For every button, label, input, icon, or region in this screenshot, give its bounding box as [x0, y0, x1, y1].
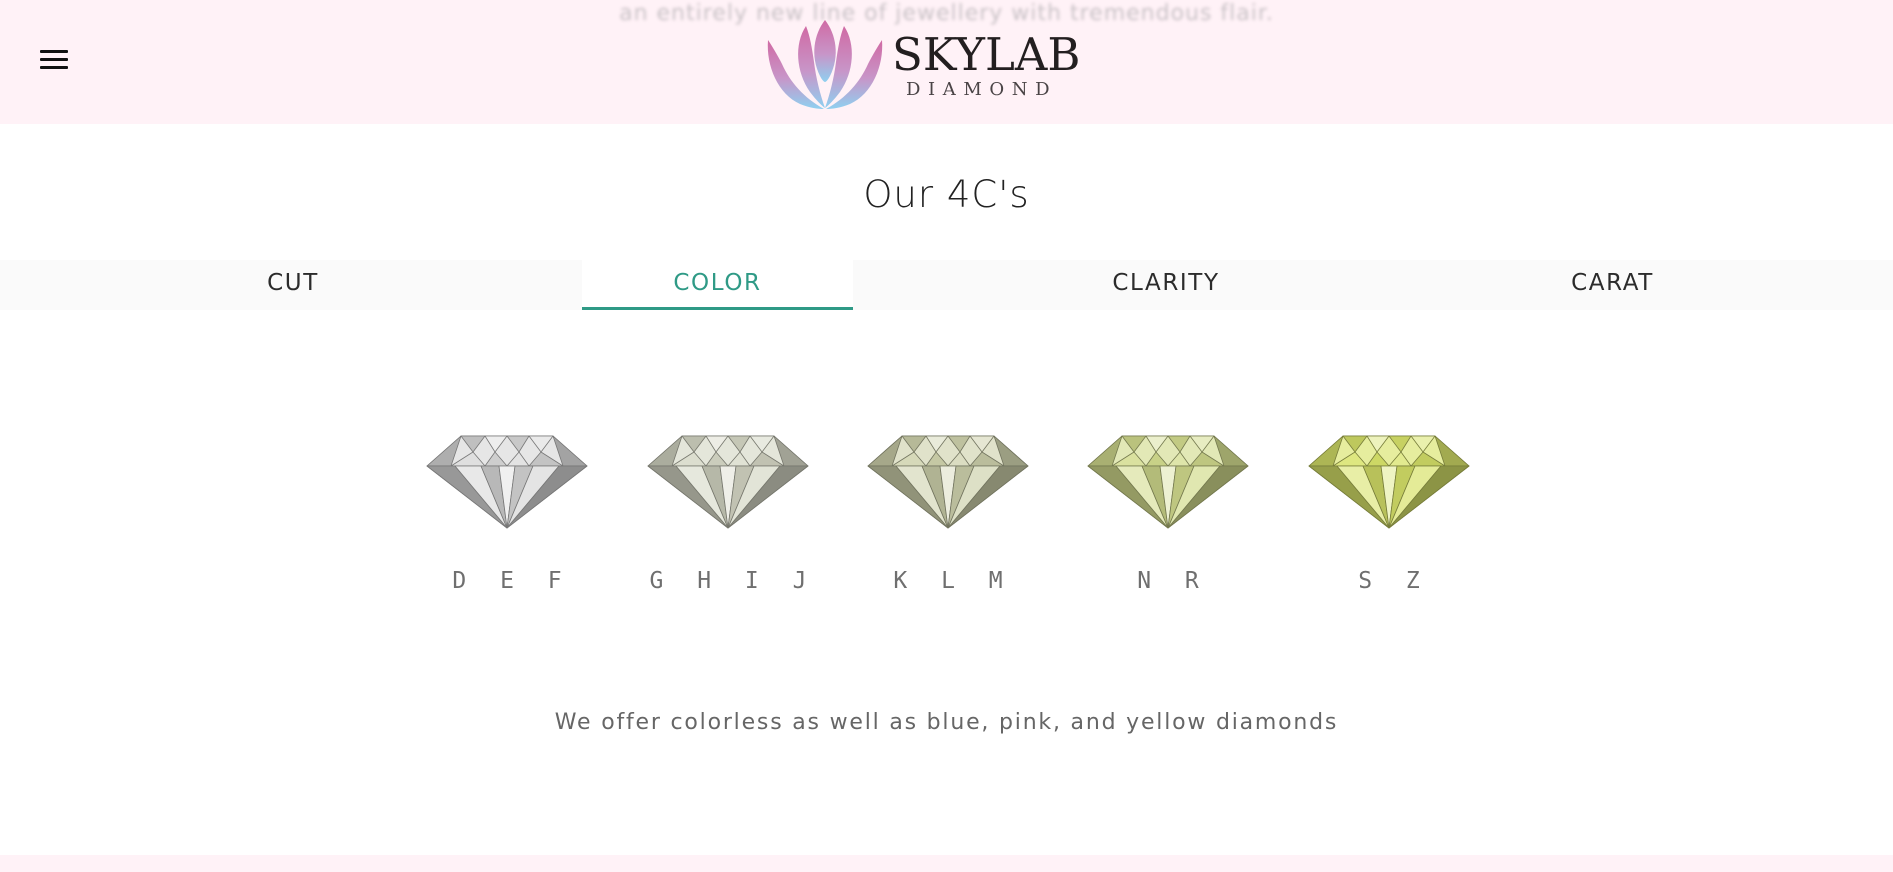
- color-caption: We offer colorless as well as blue, pink…: [554, 710, 1339, 735]
- color-grade-label: N R: [1137, 568, 1209, 594]
- hamburger-menu-icon[interactable]: [36, 44, 72, 74]
- diamond-icon: [867, 435, 1029, 529]
- color-grade-item: D E F: [397, 410, 617, 610]
- color-grade-item: N R: [1058, 410, 1278, 610]
- color-grade-item: K L M: [838, 410, 1058, 610]
- color-grade-label: G H I J: [649, 568, 817, 594]
- tab-clarity[interactable]: CLARITY: [853, 260, 1479, 310]
- diamond-icon: [647, 435, 809, 529]
- diamond-icon: [426, 435, 588, 529]
- color-grade-item: S Z: [1279, 410, 1499, 610]
- color-grade-label: D E F: [452, 568, 572, 594]
- logo-wordmark: SKYLAB: [892, 28, 1081, 81]
- color-grade-label: S Z: [1358, 568, 1430, 594]
- logo-subtitle: DIAMOND: [906, 79, 1058, 100]
- site-logo[interactable]: SKYLAB DIAMOND: [760, 12, 1080, 112]
- color-grade-label: K L M: [893, 568, 1013, 594]
- site-header: an entirely new line of jewellery with t…: [0, 0, 1893, 124]
- lotus-logo-icon: [767, 20, 883, 109]
- color-grade-item: G H I J: [618, 410, 838, 610]
- section-title: Our 4C's: [863, 173, 1030, 216]
- diamond-icon: [1087, 435, 1249, 529]
- tab-carat[interactable]: CARAT: [1479, 260, 1746, 310]
- diamond-icon: [1308, 435, 1470, 529]
- tab-cut[interactable]: CUT: [0, 260, 586, 310]
- tab-color[interactable]: COLOR: [582, 260, 853, 310]
- color-grade-scale: D E F G H I J K L M N R S Z: [0, 410, 1893, 610]
- four-cs-tabs: CUT COLOR CLARITY CARAT: [0, 260, 1893, 310]
- footer-strip: [0, 855, 1893, 872]
